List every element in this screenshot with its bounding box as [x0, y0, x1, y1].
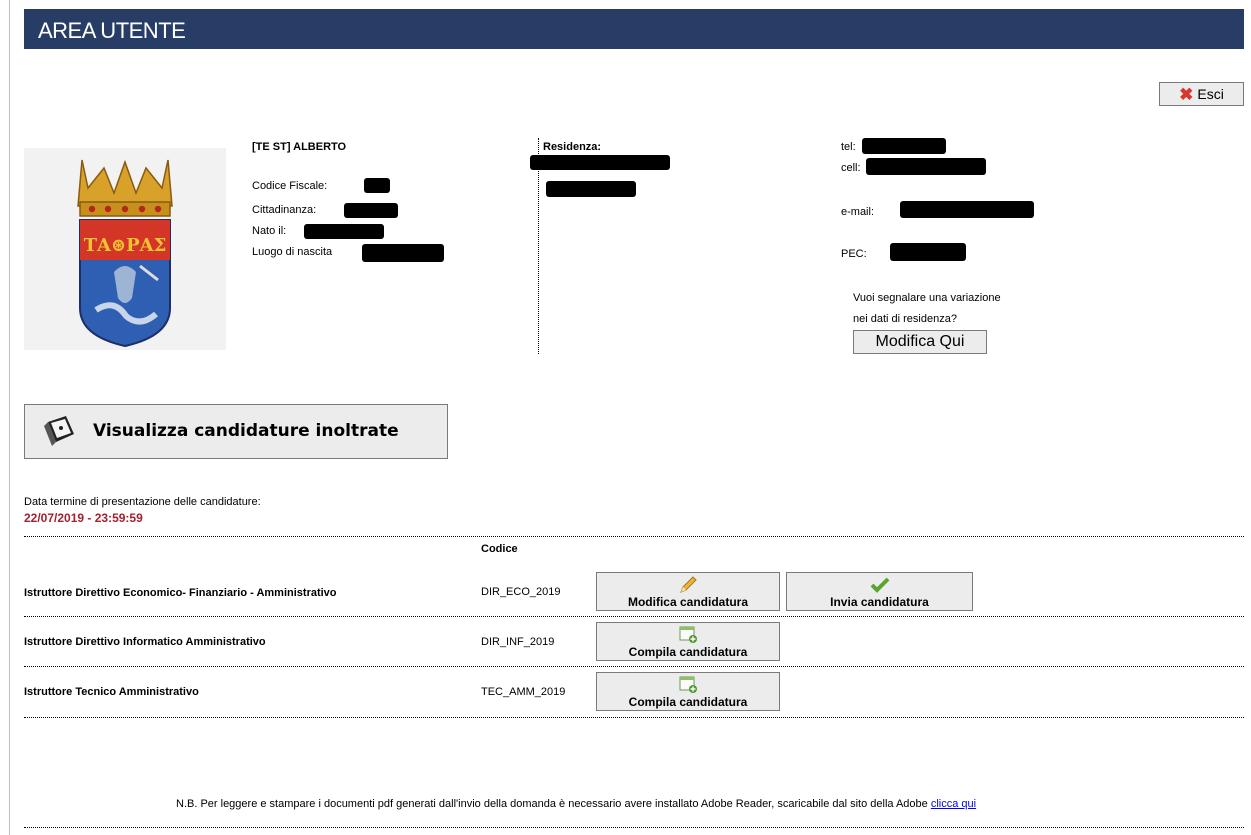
row-title: Istruttore Direttivo Informatico Amminis…: [24, 636, 266, 648]
row-divider: [24, 616, 1244, 617]
change-question-line1: Vuoi segnalare una variazione: [853, 292, 1001, 304]
cube-icon: [44, 416, 74, 446]
footer-divider: [24, 827, 1244, 828]
row-title: Istruttore Direttivo Economico- Finanzia…: [24, 587, 337, 599]
fill-application-label: Compila candidatura: [628, 695, 748, 709]
footer-note-text: N.B. Per leggere e stampare i documenti …: [176, 798, 928, 810]
view-applications-label: Visualizza candidature inoltrate: [93, 421, 399, 441]
cell-label: cell:: [841, 162, 861, 174]
add-window-icon: [679, 626, 697, 643]
pencil-icon: [680, 576, 697, 593]
deadline-label: Data termine di presentazione delle cand…: [24, 496, 261, 508]
row-title: Istruttore Tecnico Amministrativo: [24, 686, 199, 698]
modify-residence-button[interactable]: Modifica Qui: [853, 330, 987, 354]
change-question-line2: nei dati di residenza?: [853, 313, 957, 325]
adobe-download-link[interactable]: clicca qui: [931, 798, 976, 810]
footer-note: N.B. Per leggere e stampare i documenti …: [176, 798, 976, 810]
send-application-label: Invia candidatura: [830, 595, 929, 609]
table-bottom-divider: [24, 717, 1244, 718]
checkmark-icon: [870, 577, 889, 593]
birth-place-label: Luogo di nascita: [252, 246, 333, 258]
column-divider: [538, 138, 539, 354]
residence-label: Residenza:: [543, 141, 602, 153]
redacted-citizenship: [344, 203, 398, 218]
modify-application-label: Modifica candidatura: [627, 595, 749, 609]
left-border: [9, 0, 10, 835]
divider: [24, 536, 1244, 537]
row-code: TEC_AMM_2019: [481, 686, 566, 698]
page-title: AREA UTENTE: [38, 18, 186, 43]
coat-of-arms-logo: ΤΑ⊛ΡΑΣ: [24, 148, 226, 350]
redacted-residence-line1: [530, 155, 670, 170]
close-icon: ✖: [1179, 84, 1194, 104]
row-divider: [24, 666, 1244, 667]
logout-label: Esci: [1197, 86, 1224, 102]
redacted-tel: [862, 138, 946, 154]
svg-text:ΤΑ⊛ΡΑΣ: ΤΑ⊛ΡΑΣ: [84, 235, 167, 256]
redacted-birth-place: [362, 244, 444, 262]
redacted-residence-line2: [546, 181, 636, 197]
send-application-button[interactable]: Invia candidatura: [786, 572, 973, 611]
user-name: [TE ST] ALBERTO: [252, 141, 347, 153]
citizenship-label: Cittadinanza:: [252, 204, 317, 216]
redacted-fiscal-code: [364, 178, 390, 193]
redacted-pec: [890, 243, 966, 261]
redacted-cell: [866, 158, 986, 175]
fiscal-code-label: Codice Fiscale:: [252, 180, 328, 192]
fill-application-label: Compila candidatura: [628, 645, 748, 659]
code-column-header: Codice: [481, 543, 518, 555]
logout-button[interactable]: ✖ Esci: [1159, 82, 1244, 106]
page-header: AREA UTENTE: [24, 9, 1244, 49]
redacted-email: [900, 201, 1034, 218]
modify-application-button[interactable]: Modifica candidatura: [596, 572, 780, 611]
view-applications-button[interactable]: Visualizza candidature inoltrate: [24, 404, 448, 459]
row-code: DIR_ECO_2019: [481, 586, 561, 598]
pec-label: PEC:: [841, 248, 867, 260]
add-window-icon: [679, 676, 697, 693]
redacted-birth-date: [304, 224, 384, 239]
deadline-value: 22/07/2019 - 23:59:59: [24, 511, 143, 525]
email-label: e-mail:: [841, 206, 875, 218]
fill-application-button[interactable]: Compila candidatura: [596, 622, 780, 661]
birth-date-label: Nato il:: [252, 225, 287, 237]
row-code: DIR_INF_2019: [481, 636, 555, 648]
fill-application-button[interactable]: Compila candidatura: [596, 672, 780, 711]
tel-label: tel:: [841, 141, 856, 153]
